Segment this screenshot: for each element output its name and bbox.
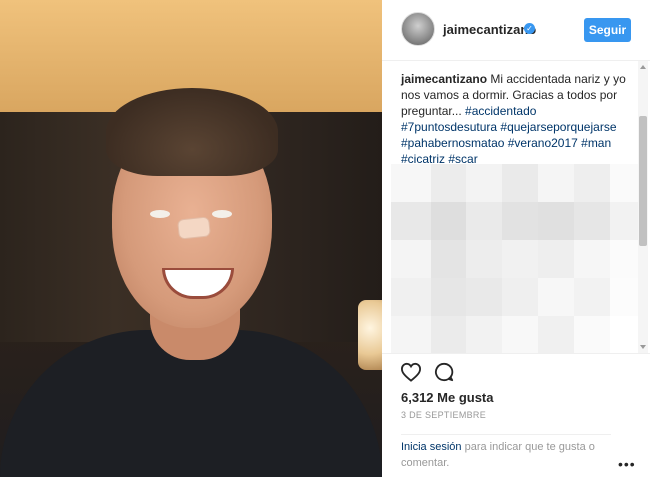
pixel-row	[391, 202, 640, 240]
post-header: jaimecantizano ✓ Seguir	[382, 0, 650, 61]
person-eye-right	[212, 210, 232, 218]
person-eye-left	[150, 210, 170, 218]
ellipsis-icon[interactable]: •••	[618, 456, 636, 472]
pixel-row	[391, 278, 640, 316]
verified-badge-icon: ✓	[524, 23, 535, 34]
pixel-row	[391, 316, 640, 353]
heart-icon[interactable]	[400, 362, 422, 382]
avatar[interactable]	[401, 12, 435, 46]
comments-area: jaimecantizano Mi accidentada nariz y yo…	[382, 61, 640, 353]
caption-username[interactable]: jaimecantizano	[401, 72, 487, 86]
person-hair	[106, 88, 278, 176]
post-photo	[0, 0, 382, 477]
scroll-up-arrow-icon[interactable]	[640, 65, 646, 69]
post-date: 3 DE SEPTIEMBRE	[401, 410, 487, 420]
scroll-down-arrow-icon[interactable]	[640, 345, 646, 349]
post-actions: 6,312 Me gusta 3 DE SEPTIEMBRE Inicia se…	[382, 353, 650, 478]
nose-bandage	[177, 216, 211, 240]
pixelated-comments	[391, 164, 640, 353]
login-link[interactable]: Inicia sesión	[401, 441, 462, 453]
follow-button[interactable]: Seguir	[584, 18, 631, 42]
background-lamp	[358, 300, 382, 370]
login-prompt: Inicia sesión para indicar que te gusta …	[401, 434, 611, 473]
pixel-row	[391, 240, 640, 278]
post-caption: jaimecantizano Mi accidentada nariz y yo…	[401, 71, 631, 167]
likes-count[interactable]: 6,312 Me gusta	[401, 390, 494, 405]
pixel-row	[391, 164, 640, 202]
comments-scrollbar[interactable]	[638, 61, 648, 353]
comment-bubble-icon[interactable]	[434, 362, 454, 382]
scrollbar-thumb[interactable]	[639, 116, 647, 246]
post-side-panel: jaimecantizano ✓ Seguir jaimecantizano M…	[382, 0, 650, 477]
username-link[interactable]: jaimecantizano	[443, 22, 536, 37]
